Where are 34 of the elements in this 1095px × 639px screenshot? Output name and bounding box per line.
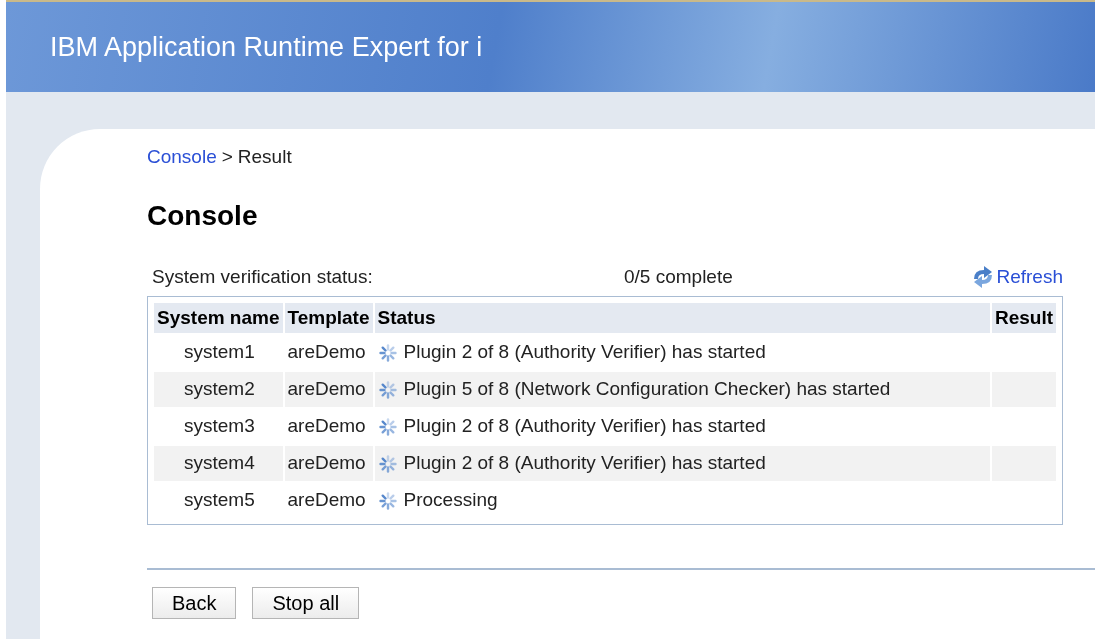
table-cell-text: areDemo — [286, 414, 367, 439]
progress-text: 0/5 complete — [624, 264, 734, 289]
table-cell-text: system3 — [183, 414, 256, 439]
column-header: Template — [284, 303, 373, 333]
table-cell-text: system5 — [183, 488, 256, 513]
status-text: Processing — [403, 488, 498, 513]
loading-spinner-icon — [377, 379, 398, 400]
table-cell: areDemo — [284, 446, 373, 481]
loading-spinner-icon — [377, 416, 398, 437]
loading-spinner-icon — [377, 490, 398, 511]
table-cell-text: areDemo — [286, 340, 367, 365]
app-title: IBM Application Runtime Expert for i — [50, 30, 483, 64]
table-cell: system4 — [154, 446, 283, 481]
refresh-link[interactable]: Refresh — [970, 262, 1063, 291]
table-cell: areDemo — [284, 372, 373, 407]
loading-spinner-icon — [377, 453, 398, 474]
page-heading: Console — [147, 198, 259, 233]
column-header: Status — [374, 303, 990, 333]
breadcrumb-current: Result — [237, 145, 292, 169]
column-header: System name — [154, 303, 283, 333]
table-cell-text: areDemo — [286, 488, 367, 513]
status-text: Plugin 2 of 8 (Authority Verifier) has started — [403, 414, 766, 439]
stop-all-button[interactable]: Stop all — [252, 587, 360, 619]
back-button[interactable]: Back — [152, 587, 237, 619]
column-header: Result — [991, 303, 1056, 333]
breadcrumb-separator: > — [221, 145, 233, 169]
status-text: Plugin 2 of 8 (Authority Verifier) has started — [403, 340, 766, 365]
status-label: System verification status: — [152, 264, 374, 289]
breadcrumb-link[interactable]: Console — [147, 143, 217, 172]
table-cell: system2 — [154, 372, 283, 407]
table-cell-text: system1 — [183, 340, 256, 365]
loading-spinner-icon — [377, 342, 398, 363]
status-text: Plugin 5 of 8 (Network Configuration Checker) has started — [403, 377, 891, 402]
status-text: Plugin 2 of 8 (Authority Verifier) has started — [403, 451, 766, 476]
